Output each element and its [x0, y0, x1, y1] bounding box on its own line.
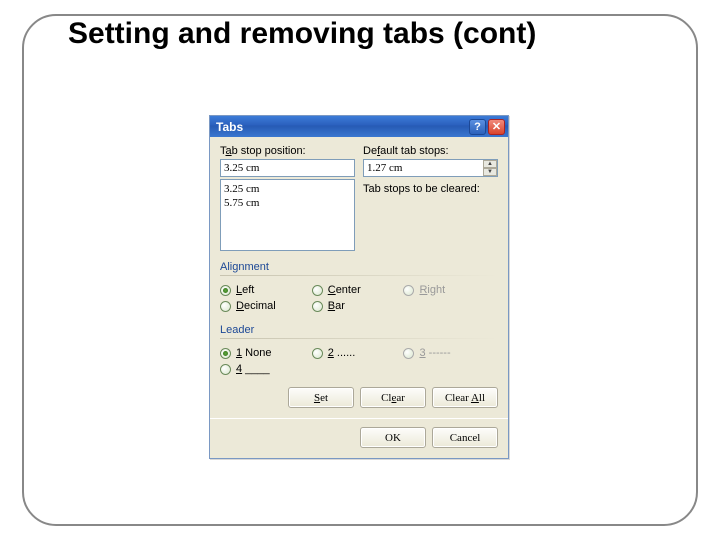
close-button[interactable]: ✕ [488, 119, 505, 135]
clear-label: Tab stops to be cleared: [363, 183, 498, 195]
list-item[interactable]: 3.25 cm [224, 182, 351, 196]
help-button[interactable]: ? [469, 119, 486, 135]
tabs-dialog: Tabs ? ✕ Tab stop position: 3.25 cm 5.75… [209, 115, 509, 459]
default-spinner[interactable]: ▲▼ [483, 160, 497, 176]
clear-all-button[interactable]: Clear All [432, 387, 498, 408]
radio-right[interactable]: Right [403, 282, 495, 298]
tabstop-list[interactable]: 3.25 cm 5.75 cm [220, 179, 355, 251]
radio-bar[interactable]: Bar [312, 298, 404, 314]
leader-group: 1 None 2 ...... 3 ------ 4 ____ [220, 345, 498, 377]
ok-button[interactable]: OK [360, 427, 426, 448]
radio-leader-none[interactable]: 1 None [220, 345, 312, 361]
tabstop-label: Tab stop position: [220, 145, 355, 157]
radio-leader-dots[interactable]: 2 ...... [312, 345, 404, 361]
radio-leader-under[interactable]: 4 ____ [220, 361, 312, 377]
radio-decimal[interactable]: Decimal [220, 298, 312, 314]
titlebar[interactable]: Tabs ? ✕ [210, 116, 508, 137]
radio-left[interactable]: Left [220, 282, 312, 298]
set-button[interactable]: Set [288, 387, 354, 408]
clear-button[interactable]: Clear [360, 387, 426, 408]
tabstop-input[interactable] [220, 159, 355, 177]
window-title: Tabs [216, 120, 243, 134]
slide-title: Setting and removing tabs (cont) [68, 16, 536, 51]
alignment-title: Alignment [220, 261, 498, 273]
cancel-button[interactable]: Cancel [432, 427, 498, 448]
leader-title: Leader [220, 324, 498, 336]
default-label: Default tab stops: [363, 145, 498, 157]
list-item[interactable]: 5.75 cm [224, 196, 351, 210]
radio-center[interactable]: Center [312, 282, 404, 298]
alignment-group: Left Center Right Decimal Bar [220, 282, 498, 314]
radio-leader-dashes[interactable]: 3 ------ [403, 345, 495, 361]
default-input[interactable] [363, 159, 498, 177]
